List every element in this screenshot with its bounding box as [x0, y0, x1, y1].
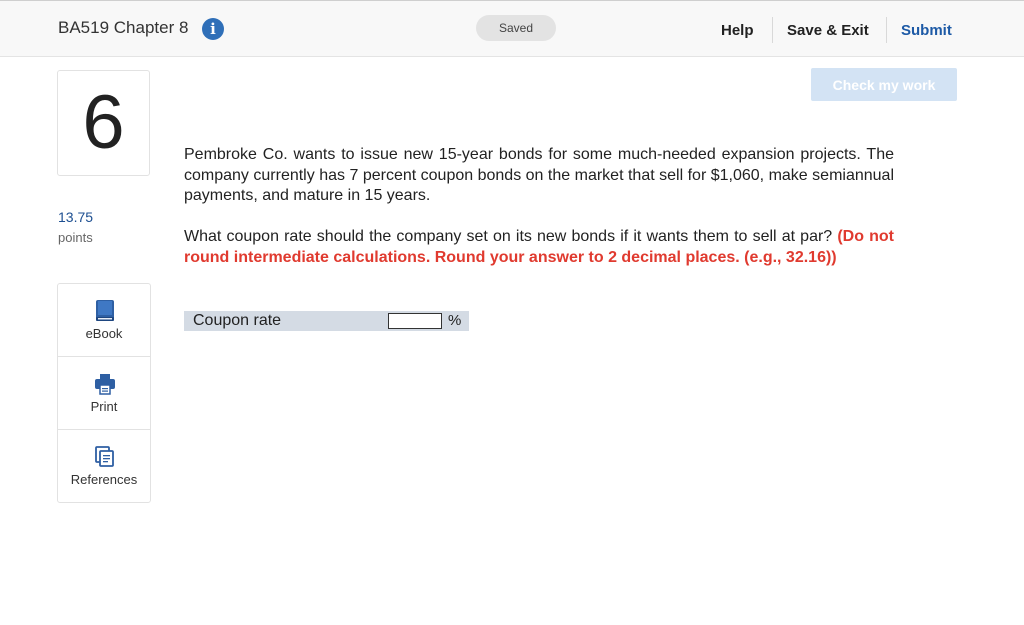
top-bar: BA519 Chapter 8 i Saved Help Save & Exit…: [0, 0, 1024, 57]
question-prompt-text: What coupon rate should the company set …: [184, 228, 838, 245]
question-body: Pembroke Co. wants to issue new 15-year …: [184, 145, 894, 268]
tool-label: References: [70, 472, 138, 487]
ebook-icon: [96, 300, 114, 321]
tool-ebook[interactable]: eBook: [58, 284, 150, 357]
print-icon: [95, 374, 115, 395]
assignment-title: BA519 Chapter 8: [58, 18, 189, 37]
saved-status-badge: Saved: [476, 15, 556, 41]
tool-references[interactable]: References: [58, 430, 150, 502]
coupon-rate-input[interactable]: [388, 313, 442, 329]
divider: [772, 17, 773, 43]
submit-link[interactable]: Submit: [901, 22, 952, 39]
points-value: 13.75: [58, 209, 94, 225]
help-link[interactable]: Help: [721, 22, 754, 39]
info-icon[interactable]: i: [202, 18, 224, 40]
question-paragraph: Pembroke Co. wants to issue new 15-year …: [184, 146, 894, 204]
check-my-work-button[interactable]: Check my work: [811, 68, 957, 101]
references-icon: [95, 446, 114, 467]
tool-label: eBook: [85, 326, 123, 341]
tool-label: Print: [90, 399, 118, 414]
answer-row: Coupon rate %: [184, 311, 469, 331]
tools-panel: eBook Print References: [57, 283, 151, 503]
divider: [886, 17, 887, 43]
percent-unit: %: [448, 312, 462, 329]
save-exit-link[interactable]: Save & Exit: [787, 22, 869, 39]
points-label: points: [58, 230, 93, 245]
question-number: 6: [57, 70, 150, 176]
tool-print[interactable]: Print: [58, 357, 150, 430]
question-prompt: What coupon rate should the company set …: [184, 227, 894, 268]
coupon-rate-label: Coupon rate: [193, 312, 282, 329]
